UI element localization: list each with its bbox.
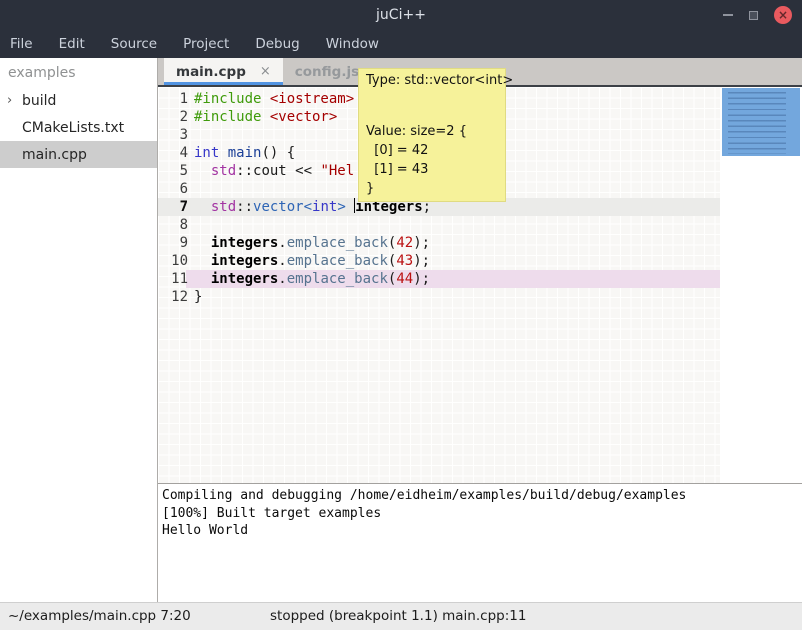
- code-token: );: [413, 253, 430, 269]
- status-file-position: ~/examples/main.cpp 7:20: [8, 608, 191, 624]
- code-token: int: [194, 145, 219, 161]
- line-number: 7: [158, 198, 188, 216]
- code-token: >: [337, 199, 345, 215]
- code-token: emplace_back: [287, 235, 388, 251]
- code-line: integers.emplace_back(43);: [194, 252, 430, 270]
- code-token: 42: [396, 235, 413, 251]
- minimap: [722, 88, 800, 156]
- line-number: 1: [158, 90, 188, 108]
- code-token: std: [211, 199, 236, 215]
- line-number: 5: [158, 162, 188, 180]
- line-number: 11: [158, 270, 188, 288]
- code-token: integers: [211, 271, 278, 287]
- code-token: [194, 271, 211, 287]
- code-token: [194, 235, 211, 251]
- tree-item-build[interactable]: ›build: [0, 87, 157, 114]
- code-token: () {: [261, 145, 295, 161]
- window-titlebar: juCi++ ×: [0, 0, 802, 30]
- menu-item-source[interactable]: Source: [111, 32, 157, 56]
- tree-items: ›build CMakeLists.txt main.cpp: [0, 87, 157, 168]
- code-line: #include <iostream>: [194, 90, 354, 108]
- tooltip-line: [0] = 42: [366, 141, 505, 160]
- code-token: 43: [396, 253, 413, 269]
- code-token: main: [228, 145, 262, 161]
- tooltip-line: }: [366, 179, 505, 198]
- status-bar: ~/examples/main.cpp 7:20 stopped (breakp…: [0, 602, 802, 630]
- tooltip-line: [1] = 43: [366, 160, 505, 179]
- code-token: integers: [211, 253, 278, 269]
- tree-item-cmakelists-txt[interactable]: CMakeLists.txt: [0, 114, 157, 141]
- window-title: juCi++: [376, 7, 426, 23]
- code-token: );: [413, 271, 430, 287]
- restore-icon[interactable]: [749, 11, 758, 20]
- menu-item-window[interactable]: Window: [326, 32, 379, 56]
- line-number: 8: [158, 216, 188, 234]
- code-token: }: [194, 289, 202, 305]
- tree-header: examples: [0, 58, 157, 87]
- console-output[interactable]: Compiling and debugging /home/eidheim/ex…: [158, 483, 802, 602]
- project-tree[interactable]: examples ›build CMakeLists.txt main.cpp: [0, 58, 158, 602]
- code-token: );: [413, 235, 430, 251]
- code-token: int: [312, 199, 337, 215]
- code-line: int main() {: [194, 144, 295, 162]
- tree-item-label: CMakeLists.txt: [0, 120, 124, 136]
- code-token: <iostream>: [270, 91, 354, 107]
- menu-bar: File Edit Source Project Debug Window: [0, 30, 802, 58]
- line-number: 6: [158, 180, 188, 198]
- tooltip-line: [366, 90, 505, 122]
- tooltip-line: Type: std::vector<int>: [366, 71, 505, 90]
- code-token: #include: [194, 91, 270, 107]
- tab-main-cpp[interactable]: main.cpp ×: [164, 58, 283, 85]
- chevron-right-icon[interactable]: ›: [7, 93, 21, 108]
- console-line: Hello World: [162, 522, 802, 540]
- code-token: 44: [396, 271, 413, 287]
- menu-item-project[interactable]: Project: [183, 32, 229, 56]
- code-token: emplace_back: [287, 253, 388, 269]
- code-line: std::cout << "Hel: [194, 162, 354, 180]
- line-number: 4: [158, 144, 188, 162]
- code-token: .: [278, 253, 286, 269]
- code-token: [219, 145, 227, 161]
- menu-item-edit[interactable]: Edit: [59, 32, 85, 56]
- juci-window: juCi++ × File Edit Source Project Debug Windo…: [0, 0, 802, 630]
- line-number: 3: [158, 126, 188, 144]
- code-token: [194, 199, 211, 215]
- code-token: ::cout <<: [236, 163, 320, 179]
- close-icon[interactable]: ×: [774, 6, 792, 24]
- code-token: #include: [194, 109, 270, 125]
- menu-item-file[interactable]: File: [10, 32, 33, 56]
- window-controls: ×: [723, 0, 792, 30]
- tooltip-line: Value: size=2 {: [366, 122, 505, 141]
- tab-label: main.cpp: [176, 64, 246, 80]
- tab-close-icon[interactable]: ×: [260, 64, 271, 79]
- line-number: 10: [158, 252, 188, 270]
- line-number: 9: [158, 234, 188, 252]
- line-number: 2: [158, 108, 188, 126]
- console-line: [100%] Built target examples: [162, 505, 802, 523]
- code-token: std: [211, 163, 236, 179]
- code-token: [346, 199, 354, 215]
- code-line: #include <vector>: [194, 108, 337, 126]
- tree-item-label: main.cpp: [0, 147, 87, 163]
- debug-value-tooltip: Type: std::vector<int> Value: size=2 { […: [358, 68, 506, 202]
- code-token: ::: [236, 199, 253, 215]
- code-token: emplace_back: [287, 271, 388, 287]
- tree-item-main-cpp[interactable]: main.cpp: [0, 141, 157, 168]
- console-line: Compiling and debugging /home/eidheim/ex…: [162, 487, 802, 505]
- menu-item-debug[interactable]: Debug: [255, 32, 299, 56]
- code-token: <vector>: [270, 109, 337, 125]
- code-line: integers.emplace_back(42);: [194, 234, 430, 252]
- code-token: .: [278, 271, 286, 287]
- code-line: }: [194, 288, 202, 306]
- minimize-icon[interactable]: [723, 14, 733, 16]
- code-token: [194, 253, 211, 269]
- status-debug-state: stopped (breakpoint 1.1) main.cpp:11: [270, 608, 526, 624]
- code-token: "Hel: [320, 163, 354, 179]
- code-token: integers: [211, 235, 278, 251]
- code-token: [194, 163, 211, 179]
- line-number: 12: [158, 288, 188, 306]
- code-line: integers.emplace_back(44);: [194, 270, 430, 288]
- code-token: vector<: [253, 199, 312, 215]
- code-token: .: [278, 235, 286, 251]
